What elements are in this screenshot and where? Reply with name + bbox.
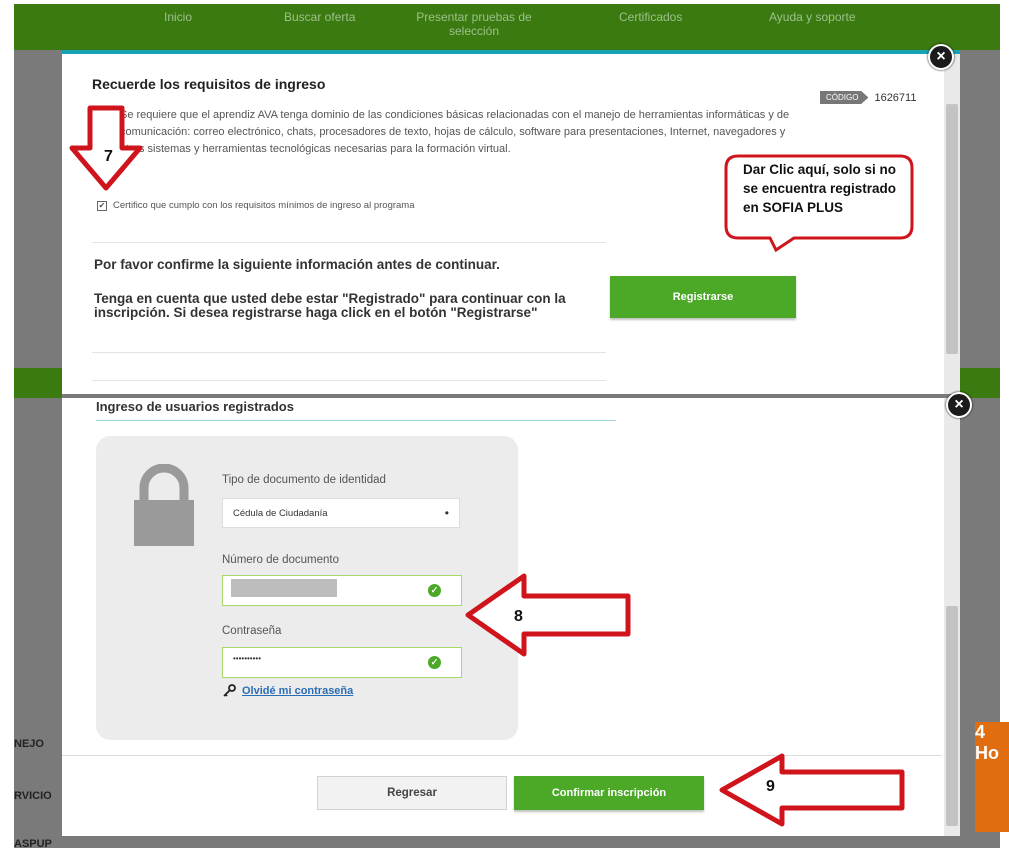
callout-text: Dar Clic aquí, solo si no se encuentra r… xyxy=(743,162,897,215)
nav-item-certificados[interactable]: Certificados xyxy=(619,10,682,24)
background-side-text: RVICIO xyxy=(14,790,52,802)
login-panel: Tipo de documento de identidad Cédula de… xyxy=(96,436,518,740)
nav-item-presentar-pruebas[interactable]: Presentar pruebas de selección xyxy=(404,10,544,38)
doc-type-value: Cédula de Ciudadanía xyxy=(233,507,328,519)
forgot-password-text[interactable]: Olvidé mi contraseña xyxy=(242,685,353,697)
doc-type-select[interactable]: Cédula de Ciudadanía • xyxy=(222,498,460,528)
divider xyxy=(92,242,606,243)
nav-item-buscar-oferta[interactable]: Buscar oferta xyxy=(284,10,355,24)
background-side-text: ASPUP xyxy=(14,838,52,850)
doc-type-label: Tipo de documento de identidad xyxy=(222,474,386,486)
certify-checkbox-row[interactable]: ✔ Certifico que cumplo con los requisito… xyxy=(97,200,415,211)
scrollbar-thumb[interactable] xyxy=(946,606,958,826)
dropdown-bullet-icon: • xyxy=(444,506,449,520)
doc-number-input[interactable]: ✓ xyxy=(222,575,462,606)
redacted-value xyxy=(231,579,337,597)
divider xyxy=(92,380,606,381)
forgot-password-link[interactable]: Olvidé mi contraseña xyxy=(222,684,353,698)
login-title: Ingreso de usuarios registrados xyxy=(96,399,294,414)
confirm-note: Tenga en cuenta que usted debe estar "Re… xyxy=(94,291,566,320)
background-green-bar-left xyxy=(14,368,62,398)
modal-title: Recuerde los requisitos de ingreso xyxy=(92,76,326,92)
register-button[interactable]: Registrarse xyxy=(610,276,796,318)
title-underline xyxy=(96,420,616,421)
code-tag-label: CÓDIGO xyxy=(820,91,869,104)
background-nav-bar: Inicio Buscar oferta Presentar pruebas d… xyxy=(14,4,1000,50)
certify-label: Certifico que cumplo con los requisitos … xyxy=(113,200,415,211)
back-button[interactable]: Regresar xyxy=(317,776,507,810)
program-code: CÓDIGO 1626711 xyxy=(820,91,916,104)
close-icon[interactable]: × xyxy=(946,392,972,418)
background-side-text: NEJO xyxy=(14,738,44,750)
confirm-enrollment-button[interactable]: Confirmar inscripción xyxy=(514,776,704,810)
scrollbar-thumb[interactable] xyxy=(946,104,958,354)
check-icon: ✓ xyxy=(428,584,441,597)
code-value: 1626711 xyxy=(874,91,917,104)
certify-checkbox[interactable]: ✔ xyxy=(97,200,107,211)
orange-banner-text: 4 Ho xyxy=(975,722,999,763)
scrollbar[interactable] xyxy=(944,54,960,394)
step-9-label: 9 xyxy=(766,778,775,795)
check-icon: ✓ xyxy=(428,656,441,669)
scrollbar[interactable] xyxy=(944,398,960,836)
key-icon xyxy=(223,684,236,697)
nav-item-inicio[interactable]: Inicio xyxy=(164,10,192,24)
step-8-label: 8 xyxy=(514,608,523,625)
arrow-left-icon xyxy=(719,753,905,827)
modal-accent-bar xyxy=(700,50,960,54)
step-7-label: 7 xyxy=(104,148,113,165)
arrow-left-icon xyxy=(465,573,631,657)
lock-icon xyxy=(134,464,194,546)
close-icon[interactable]: × xyxy=(928,44,954,70)
requirements-text: Se requiere que el aprendiz AVA tenga do… xyxy=(120,109,790,155)
background-orange-banner: 4 Ho xyxy=(975,722,1009,832)
doc-number-label: Número de documento xyxy=(222,554,339,566)
password-input[interactable]: •••••••••• ✓ xyxy=(222,647,462,678)
confirm-title: Por favor confirme la siguiente informac… xyxy=(94,257,500,272)
password-mask: •••••••••• xyxy=(233,654,262,663)
nav-item-ayuda[interactable]: Ayuda y soporte xyxy=(769,10,856,24)
divider xyxy=(92,352,606,353)
password-label: Contraseña xyxy=(222,625,282,637)
